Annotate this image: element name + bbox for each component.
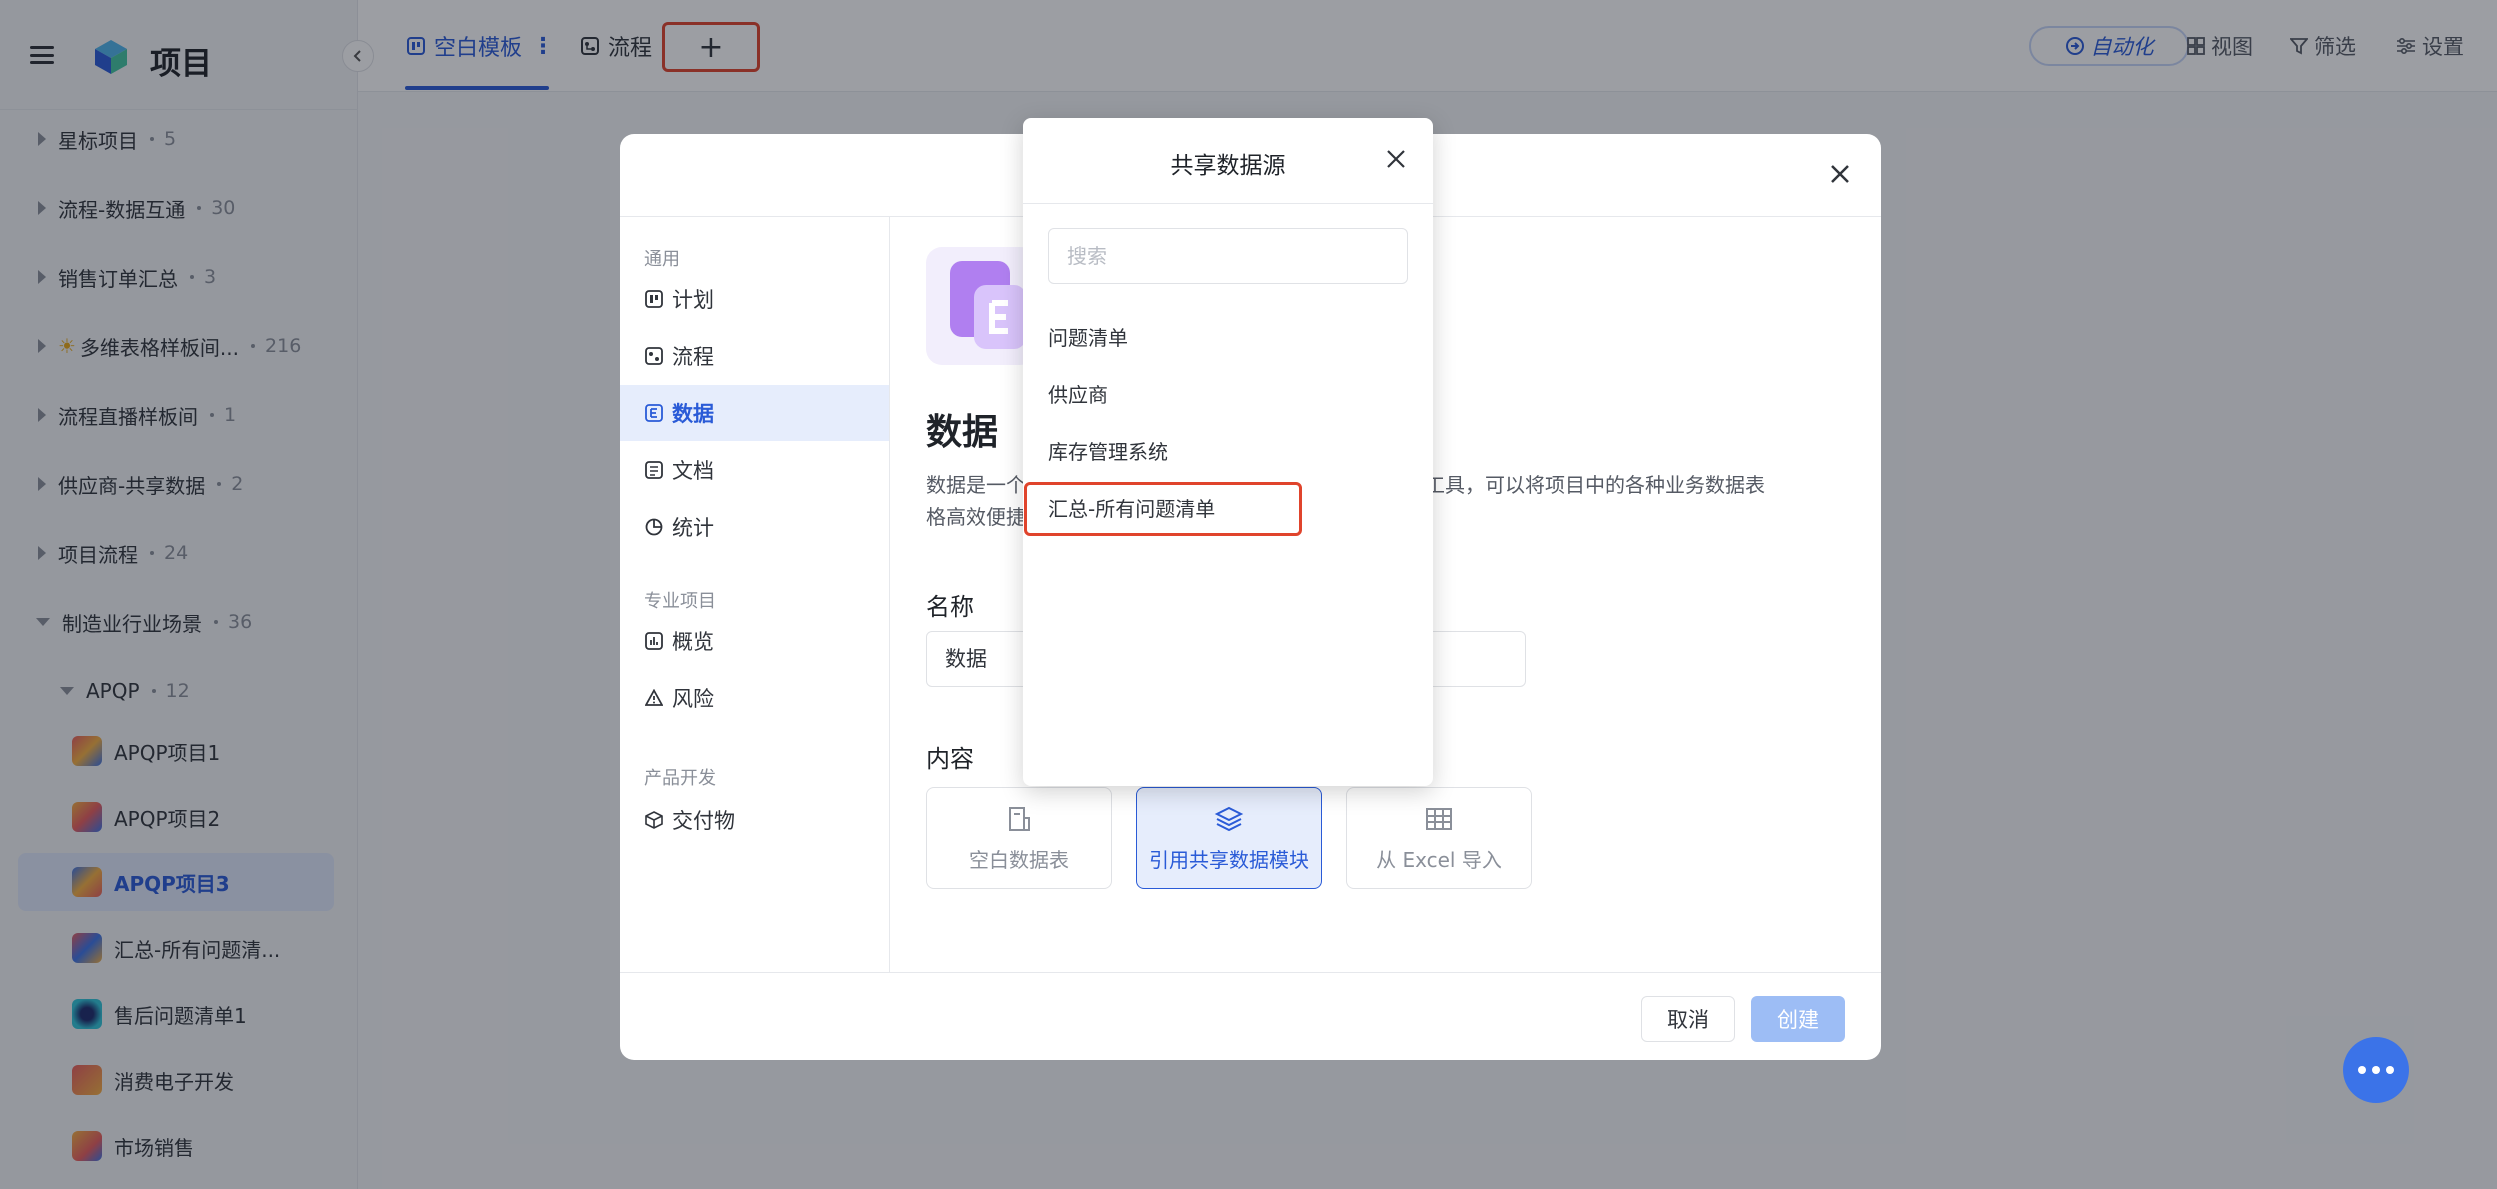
nav-item-data[interactable]: 数据: [620, 385, 889, 441]
shared-datasource-popover: 共享数据源 搜索 问题清单 供应商 库存管理系统 汇总-所有问题清单: [1023, 118, 1433, 786]
nav-item-stats[interactable]: 统计: [620, 499, 889, 555]
bar-chart-icon: [644, 631, 664, 651]
option-excel-import[interactable]: 从 Excel 导入: [1346, 787, 1532, 889]
blank-table-icon: [1009, 806, 1030, 831]
warning-icon: [644, 688, 664, 708]
option-label: 空白数据表: [969, 847, 1069, 872]
package-icon: [644, 810, 664, 830]
nav-item-deliverable[interactable]: 交付物: [620, 792, 889, 848]
data-icon: [644, 403, 664, 423]
description-line2-start: 格高效便捷: [926, 505, 1026, 529]
chat-assistant-button[interactable]: [2343, 1037, 2409, 1103]
flow-icon: [644, 346, 664, 366]
nav-item-label: 风险: [672, 687, 714, 711]
option-label: 引用共享数据模块: [1149, 847, 1309, 872]
nav-item-label: 文档: [672, 459, 714, 483]
data-module-icon: [926, 247, 1036, 365]
datasource-item[interactable]: 供应商: [1048, 379, 1108, 408]
nav-group-general: 通用: [644, 249, 680, 270]
module-type-nav: 通用 计划 流程 数据 文档 统计 专业项目 概览 风险 产品开发 交付物: [620, 217, 890, 972]
cancel-button[interactable]: 取消: [1641, 996, 1735, 1042]
nav-item-risk[interactable]: 风险: [620, 670, 889, 726]
pie-chart-icon: [644, 517, 664, 537]
description-line1-start: 数据是一个: [926, 473, 1026, 497]
module-title: 数据: [926, 412, 999, 453]
nav-item-label: 流程: [672, 345, 714, 369]
create-button[interactable]: 创建: [1751, 996, 1845, 1042]
nav-item-label: 计划: [672, 288, 714, 312]
content-label: 内容: [926, 745, 974, 773]
search-input[interactable]: 搜索: [1048, 228, 1408, 284]
description-line1-end: 表格工具，可以将项目中的各种业务数据表: [1385, 473, 1765, 497]
nav-item-label: 概览: [672, 630, 714, 654]
option-blank-table[interactable]: 空白数据表: [926, 787, 1112, 889]
nav-item-label: 交付物: [672, 809, 735, 833]
close-icon[interactable]: [1824, 158, 1856, 190]
nav-item-overview[interactable]: 概览: [620, 613, 889, 669]
nav-group-pro: 专业项目: [644, 591, 716, 612]
option-shared-data[interactable]: 引用共享数据模块: [1136, 787, 1322, 889]
highlight-box: [1024, 482, 1302, 536]
datasource-item[interactable]: 库存管理系统: [1048, 436, 1168, 465]
nav-item-doc[interactable]: 文档: [620, 442, 889, 498]
name-input-value: 数据: [945, 647, 987, 671]
option-label: 从 Excel 导入: [1376, 847, 1502, 872]
nav-item-label: 数据: [672, 402, 714, 426]
nav-item-plan[interactable]: 计划: [620, 271, 889, 327]
close-icon[interactable]: [1385, 148, 1407, 170]
popover-title: 共享数据源: [1170, 153, 1286, 179]
nav-item-flow[interactable]: 流程: [620, 328, 889, 384]
table-icon: [1426, 807, 1452, 830]
board-icon: [644, 289, 664, 309]
name-label: 名称: [926, 593, 974, 621]
document-icon: [644, 460, 664, 480]
nav-item-label: 统计: [672, 516, 714, 540]
layers-icon: [1214, 806, 1244, 831]
nav-group-dev: 产品开发: [644, 768, 716, 789]
datasource-item[interactable]: 问题清单: [1048, 322, 1128, 351]
